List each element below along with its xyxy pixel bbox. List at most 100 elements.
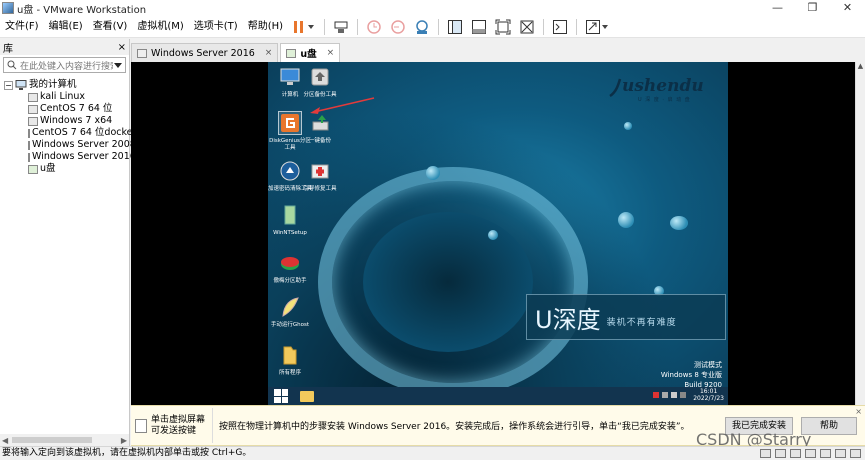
window-title: u盘 - VMware Workstation <box>17 4 147 16</box>
guest-clock[interactable]: 16:01 2022/7/23 <box>693 388 724 402</box>
menu-tabs[interactable]: 选项卡(T) <box>189 16 243 38</box>
fullscreen-icon <box>495 19 511 34</box>
menu-edit[interactable]: 编辑(E) <box>44 16 88 38</box>
suspend-dropdown-button[interactable] <box>290 17 318 37</box>
hard-disk-icon[interactable] <box>775 449 786 458</box>
vm-icon <box>28 104 38 114</box>
search-icon <box>7 60 17 70</box>
collapse-toggle[interactable]: − <box>4 80 13 90</box>
vm-item-win7[interactable]: Windows 7 x64 <box>4 115 129 127</box>
menu-help[interactable]: 帮助(H) <box>243 16 288 38</box>
water-drop <box>488 230 498 240</box>
menu-view[interactable]: 查看(V) <box>88 16 133 38</box>
scroll-right-arrow[interactable]: ▶ <box>121 436 127 445</box>
desktop-icon-all-programs[interactable]: 所有程序 <box>268 344 312 377</box>
mouse-click-icon <box>135 418 147 433</box>
water-drop <box>624 122 632 130</box>
install-instruction: 按照在物理计算机中的步骤安装 Windows Server 2016。安装完成后… <box>219 422 690 432</box>
desktop-icon-winntsetup[interactable]: WinNTSetup <box>268 204 312 237</box>
cd-drive-icon[interactable] <box>790 449 801 458</box>
ghost-icon <box>282 297 299 317</box>
vm-item-winserver2016[interactable]: Windows Server 2016 <box>4 151 136 163</box>
tray-keyboard-icon[interactable] <box>680 392 687 398</box>
menu-file[interactable]: 文件(F) <box>0 16 44 38</box>
thumbnail-bar-button[interactable] <box>469 17 489 37</box>
system-tray: 16:01 2022/7/23 <box>653 388 724 402</box>
library-panel: 库 × 在此处键入内容进行搜索 − 我的计算机 kali Linux CentO… <box>0 39 136 446</box>
hard-disk-icon[interactable] <box>760 449 771 458</box>
desktop-icon-aomei[interactable]: 傲梅分区助手 <box>268 252 312 285</box>
library-close-button[interactable]: × <box>118 42 126 53</box>
desktop-icon-one-key-backup[interactable]: 一键备份 <box>298 112 342 145</box>
tray-flag-icon[interactable] <box>653 392 660 398</box>
vm-item-kali[interactable]: kali Linux <box>4 91 129 103</box>
brand-slogan: 装机不再有难度 <box>606 317 677 328</box>
partition-assistant-icon <box>281 257 299 270</box>
window-controls: — ❐ ✕ <box>760 0 865 16</box>
library-header: 库 × <box>0 39 129 55</box>
vm-tab-icon <box>137 48 147 58</box>
desktop-icon-ghost[interactable]: 手动运行Ghost <box>268 296 312 329</box>
close-window-button[interactable]: ✕ <box>830 0 865 16</box>
library-view-icon <box>448 19 463 34</box>
vm-tabs: Windows Server 2016 × u盘 × <box>131 43 865 62</box>
tab-label: u盘 <box>300 49 317 60</box>
explorer-task-icon[interactable] <box>300 390 314 402</box>
vm-item-upan[interactable]: u盘 <box>4 163 129 175</box>
scroll-thumb[interactable] <box>12 437 92 443</box>
tray-volume-icon[interactable] <box>671 392 678 398</box>
revert-snapshot-button[interactable] <box>388 17 408 37</box>
console-view-button[interactable] <box>550 17 570 37</box>
tree-root-my-computer[interactable]: − 我的计算机 <box>4 79 129 91</box>
library-horizontal-scrollbar[interactable]: ◀ ▶ <box>0 434 129 446</box>
vm-console[interactable]: ushendu U 深 度 · 启 动 盘 计算机 分区备份工具 DiskGen… <box>131 62 855 405</box>
windows-start-icon[interactable] <box>274 389 288 403</box>
snapshot-manager-button[interactable] <box>412 17 432 37</box>
desktop-icon-boot-repair[interactable]: 引导修复工具 <box>298 160 342 193</box>
sound-card-icon[interactable] <box>835 449 846 458</box>
tray-network-icon[interactable] <box>662 392 669 398</box>
ushendu-logo-text: ushendu <box>622 76 704 96</box>
guest-desktop[interactable]: ushendu U 深 度 · 启 动 盘 计算机 分区备份工具 DiskGen… <box>268 62 728 405</box>
water-splash-center <box>363 212 533 352</box>
stretch-dropdown-button[interactable] <box>583 17 611 37</box>
scroll-left-arrow[interactable]: ◀ <box>2 436 8 445</box>
unity-button[interactable] <box>517 17 537 37</box>
vm-icon <box>28 116 38 126</box>
snapshot-manager-icon <box>416 19 428 34</box>
tab-upan[interactable]: u盘 × <box>280 43 341 62</box>
vm-label: kali Linux <box>40 91 86 102</box>
water-drop <box>670 216 688 230</box>
vm-item-centos7[interactable]: CentOS 7 64 位 <box>4 103 129 115</box>
menu-vm[interactable]: 虚拟机(M) <box>132 16 188 38</box>
scroll-up-arrow[interactable]: ▲ <box>856 62 865 70</box>
vm-item-centos7-docker[interactable]: CentOS 7 64 位docker <box>4 127 136 139</box>
click-to-send-keys-hint[interactable]: 单击虚拟屏幕可发送按键 <box>135 408 213 443</box>
minimize-button[interactable]: — <box>760 0 795 16</box>
display-icon[interactable] <box>850 449 861 458</box>
send-ctrl-alt-del-button[interactable] <box>331 17 351 37</box>
snapshot-button[interactable] <box>364 17 384 37</box>
tab-close-button[interactable]: × <box>265 48 273 58</box>
water-drop <box>618 212 634 228</box>
desktop-icon-partition-backup[interactable]: 分区备份工具 <box>298 66 342 99</box>
tree-root-label: 我的计算机 <box>29 79 77 90</box>
chevron-down-icon[interactable] <box>113 60 123 70</box>
folder-icon <box>283 346 297 365</box>
network-adapter-icon[interactable] <box>805 449 816 458</box>
status-text: 要将输入定向到该虚拟机，请在虚拟机内部单击或按 Ctrl+G。 <box>2 448 252 458</box>
tab-close-button[interactable]: × <box>327 48 335 58</box>
tab-windows-server-2016[interactable]: Windows Server 2016 × <box>131 43 279 62</box>
fullscreen-button[interactable] <box>493 17 513 37</box>
close-info-bar-button[interactable]: × <box>855 407 862 416</box>
vm-vertical-scrollbar[interactable]: ▲ <box>855 62 865 405</box>
restore-button[interactable]: ❐ <box>795 0 830 16</box>
show-library-button[interactable] <box>445 17 465 37</box>
vm-tab-icon <box>286 48 297 58</box>
water-drop <box>426 166 440 180</box>
library-search-input[interactable]: 在此处键入内容进行搜索 <box>3 57 126 73</box>
vm-item-winserver2008[interactable]: Windows Server 2008 <box>4 139 136 151</box>
windows-build-info: 测试模式 Windows 8 专业版 Build 9200 <box>661 360 722 390</box>
usb-device-icon[interactable] <box>820 449 831 458</box>
desktop-icon-label: 所有程序 <box>278 370 301 376</box>
